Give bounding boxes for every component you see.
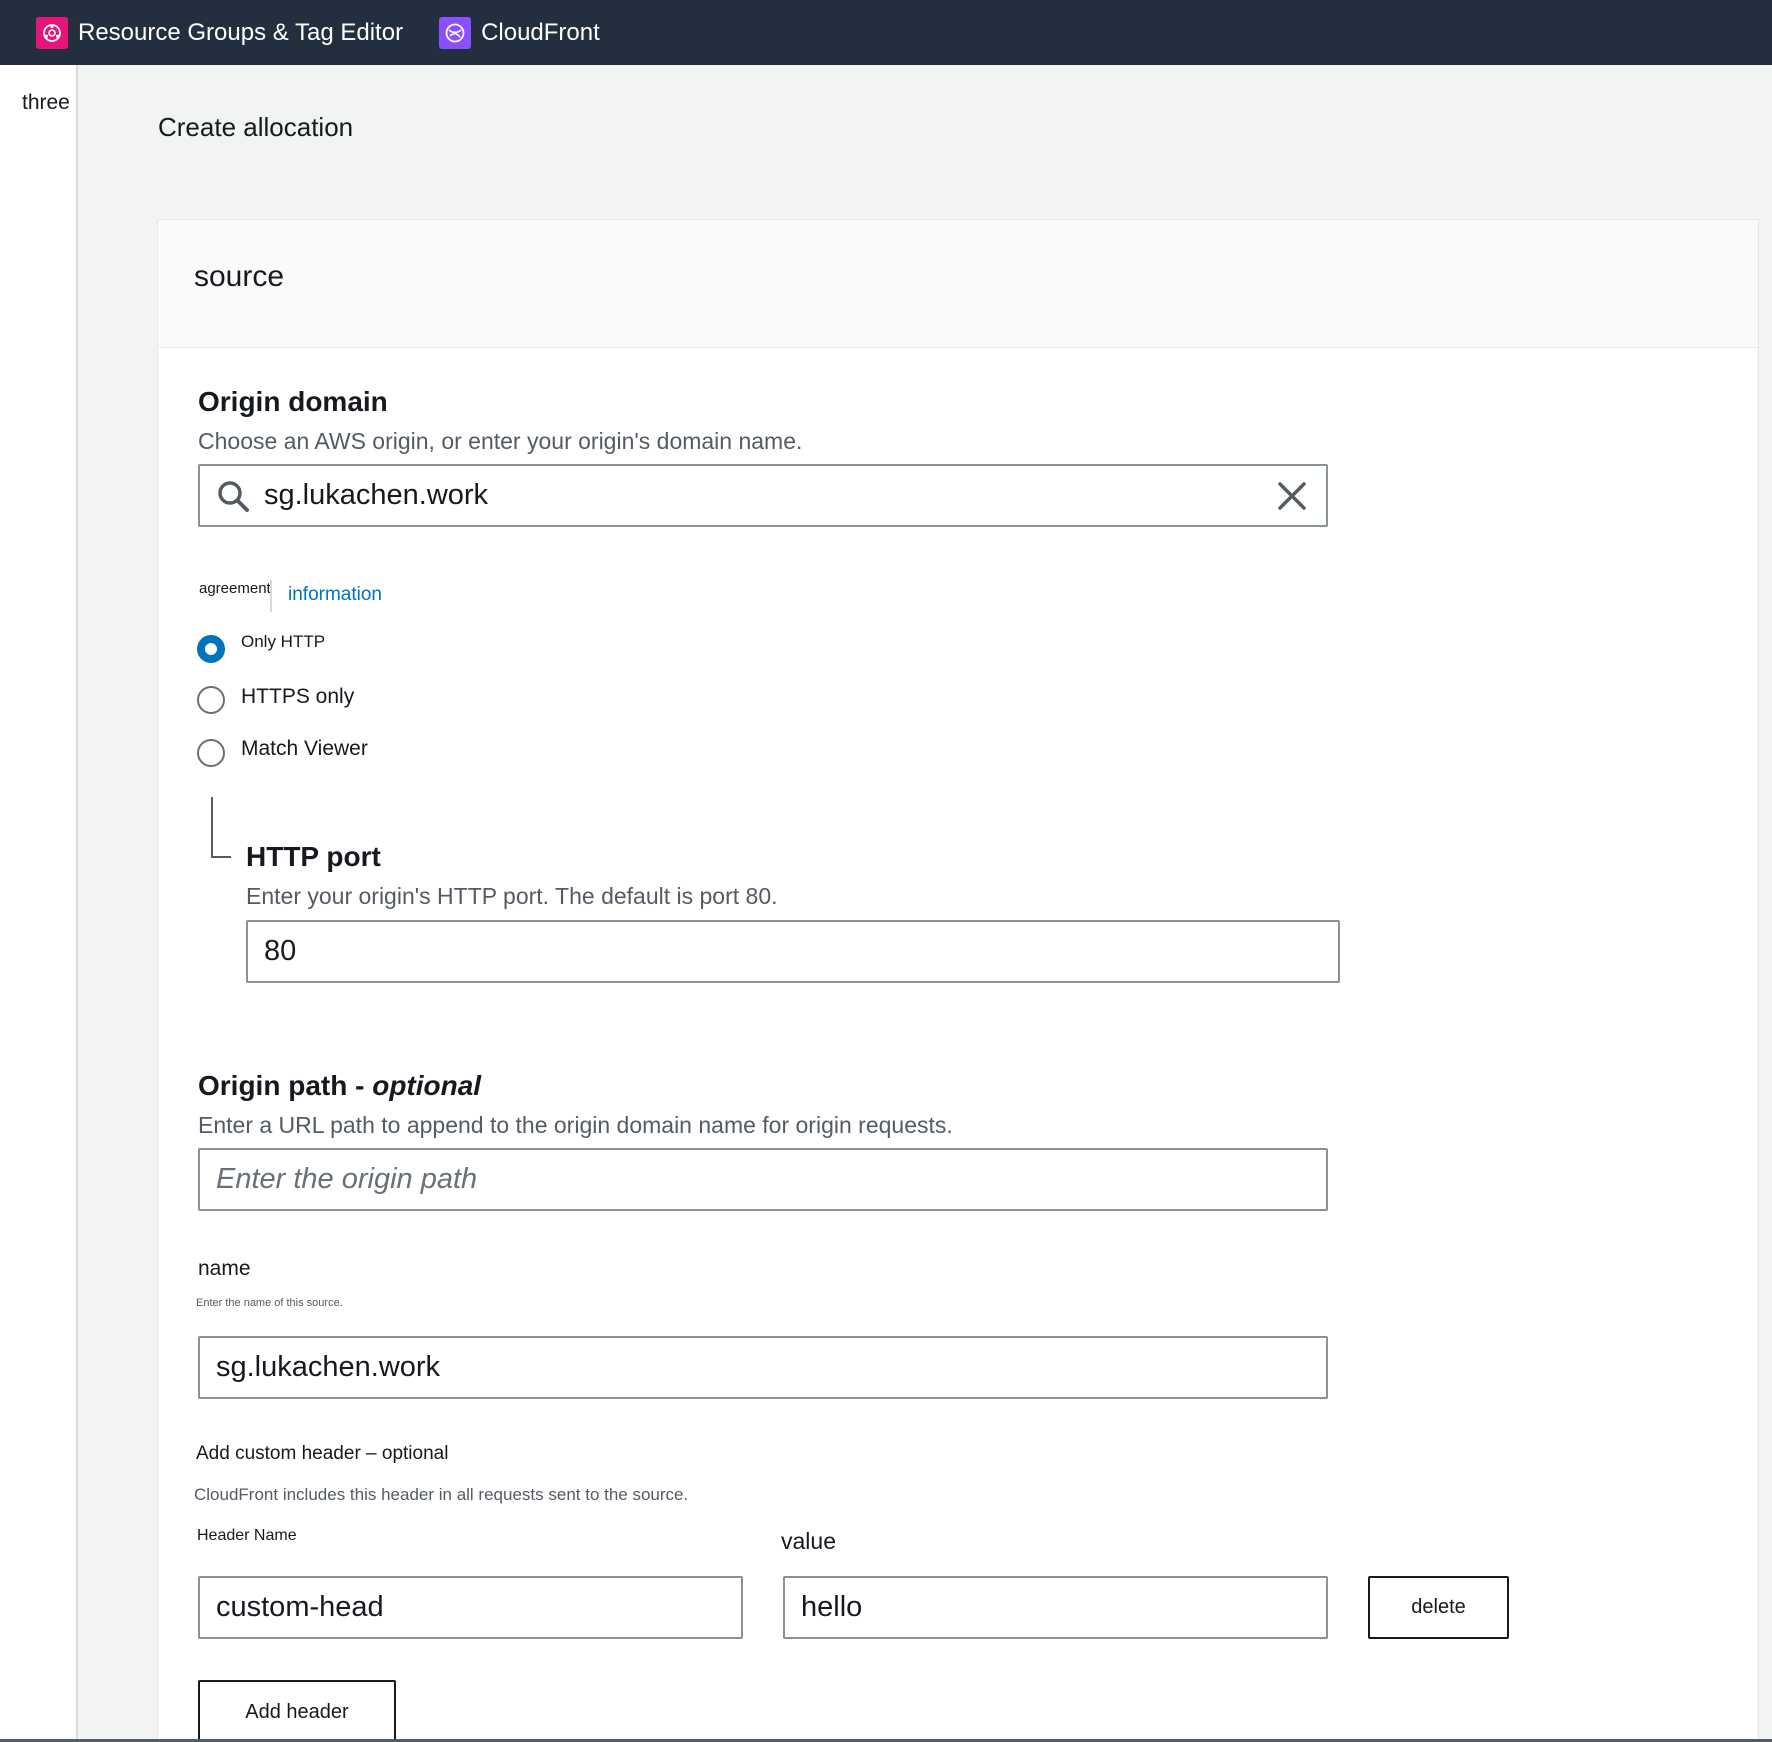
indent-connector	[211, 797, 213, 857]
page-title: Create allocation	[158, 112, 354, 142]
header-value-input[interactable]: hello	[783, 1576, 1328, 1639]
http-port-input[interactable]: 80	[246, 920, 1340, 983]
origin-path-description: Enter a URL path to append to the origin…	[198, 1112, 953, 1138]
optional-label: optional	[372, 1070, 482, 1101]
header-name-column-label: Header Name	[197, 1527, 297, 1544]
resource-groups-icon	[36, 16, 68, 49]
side-navigation-toggle[interactable]: three	[22, 91, 70, 115]
origin-path-placeholder: Enter the origin path	[216, 1163, 478, 1195]
radio-label: Only HTTP	[241, 632, 326, 651]
name-input[interactable]: sg.lukachen.work	[198, 1336, 1328, 1399]
custom-header-description: CloudFront includes this header in all r…	[194, 1485, 689, 1504]
favorite-label: CloudFront	[481, 18, 600, 46]
header-value-value: hello	[801, 1591, 863, 1623]
radio-button[interactable]	[197, 739, 225, 767]
header-name-input[interactable]: custom-head	[198, 1576, 743, 1639]
origin-domain-description: Choose an AWS origin, or enter your orig…	[198, 428, 803, 454]
protocol-option-only-http[interactable]: Only HTTP	[197, 632, 326, 663]
delete-header-button[interactable]: delete	[1368, 1576, 1509, 1639]
name-label: name	[198, 1257, 251, 1280]
favorite-label: Resource Groups & Tag Editor	[78, 18, 404, 46]
http-port-description: Enter your origin's HTTP port. The defau…	[246, 883, 778, 909]
radio-label: Match Viewer	[241, 737, 368, 760]
radio-button[interactable]	[197, 686, 225, 714]
favorite-resource-groups[interactable]: Resource Groups & Tag Editor	[36, 16, 404, 49]
protocol-option-match-viewer[interactable]: Match Viewer	[197, 737, 368, 767]
http-port-value: 80	[264, 935, 297, 967]
http-port-label: HTTP port	[246, 841, 381, 872]
protocol-info-link[interactable]: information	[288, 584, 382, 606]
origin-domain-search-input[interactable]: sg.lukachen.work	[198, 464, 1328, 527]
close-icon[interactable]	[1276, 480, 1308, 512]
container-header: source	[158, 220, 1758, 348]
origin-path-input[interactable]: Enter the origin path	[198, 1148, 1328, 1211]
indent-connector	[211, 856, 231, 858]
radio-button-checked[interactable]	[197, 635, 225, 663]
protocol-divider	[270, 580, 272, 612]
cloudfront-icon	[439, 16, 472, 49]
add-header-button[interactable]: Add header	[198, 1680, 396, 1742]
top-navigation-bar: Resource Groups & Tag Editor CloudFront	[0, 0, 1772, 65]
custom-header-label: Add custom header – optional	[196, 1443, 449, 1464]
header-value-column-label: value	[781, 1528, 836, 1554]
origin-path-label-text: Origin path -	[198, 1070, 373, 1101]
origin-domain-value: sg.lukachen.work	[264, 479, 489, 511]
search-icon	[218, 480, 249, 512]
protocol-label: agreement	[199, 580, 271, 597]
favorite-cloudfront[interactable]: CloudFront	[439, 16, 600, 49]
side-navigation-strip: three	[0, 65, 78, 1742]
radio-label: HTTPS only	[241, 685, 355, 708]
origin-domain-label: Origin domain	[198, 386, 388, 417]
container-title: source	[194, 260, 285, 293]
header-name-value: custom-head	[216, 1591, 384, 1623]
name-value: sg.lukachen.work	[216, 1351, 441, 1383]
protocol-option-https-only[interactable]: HTTPS only	[197, 685, 355, 714]
origin-path-label: Origin path - optional	[198, 1070, 481, 1102]
name-description: Enter the name of this source.	[196, 1297, 343, 1309]
